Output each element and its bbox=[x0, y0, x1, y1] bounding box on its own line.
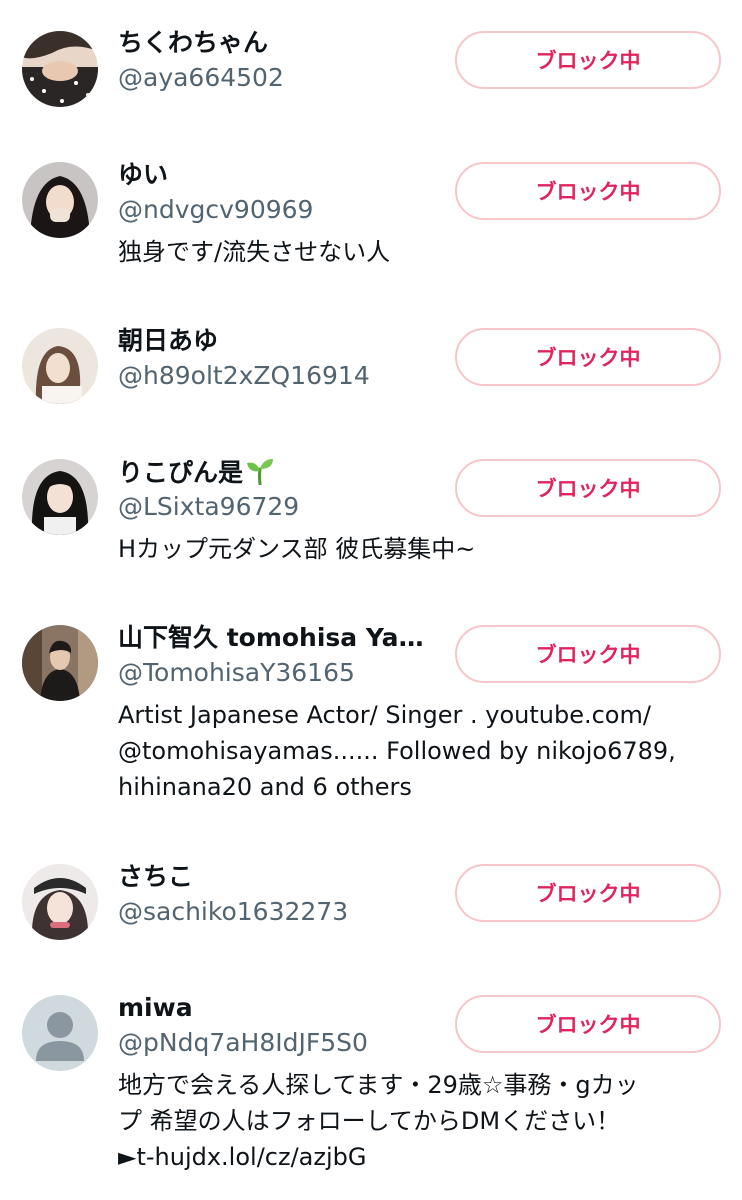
bio-line: プ 希望の人はフォローしてからDMください！ bbox=[118, 1107, 621, 1135]
avatar[interactable] bbox=[22, 625, 98, 701]
avatar[interactable] bbox=[22, 459, 98, 535]
user-handle[interactable]: @ndvgcv90969 bbox=[118, 195, 313, 225]
blocked-button[interactable]: ブロック中 bbox=[455, 328, 721, 386]
user-name[interactable]: 朝日あゆ bbox=[118, 326, 448, 356]
user-name[interactable]: ちくわちゃん bbox=[118, 28, 448, 58]
user-bio: Artist Japanese Actor/ Singer . youtube.… bbox=[118, 697, 730, 805]
blocked-button[interactable]: ブロック中 bbox=[455, 995, 721, 1053]
bio-line: Artist Japanese Actor/ Singer . youtube.… bbox=[118, 701, 651, 729]
avatar[interactable] bbox=[22, 328, 98, 404]
bio-line: Hカップ元ダンス部 彼氏募集中~ bbox=[118, 535, 476, 563]
user-handle[interactable]: @sachiko1632273 bbox=[118, 897, 348, 927]
user-name[interactable]: さちこ bbox=[118, 862, 448, 892]
bio-line: @tomohisayamas...... Followed by nikojo6… bbox=[118, 737, 676, 765]
avatar[interactable] bbox=[22, 31, 98, 107]
default-person-icon[interactable] bbox=[22, 995, 98, 1071]
bio-line: 独身です/流失させない人 bbox=[118, 238, 391, 266]
blocked-button[interactable]: ブロック中 bbox=[455, 864, 721, 922]
bio-line: hihinana20 and 6 others bbox=[118, 773, 412, 801]
bio-link-line[interactable]: ►t-hujdx.lol/cz/azjbG bbox=[118, 1139, 730, 1175]
blocked-button[interactable]: ブロック中 bbox=[455, 162, 721, 220]
user-bio: Hカップ元ダンス部 彼氏募集中~ bbox=[118, 531, 730, 567]
user-handle[interactable]: @pNdq7aH8IdJF5S0 bbox=[118, 1028, 368, 1058]
avatar[interactable] bbox=[22, 864, 98, 940]
avatar[interactable] bbox=[22, 162, 98, 238]
blocked-button[interactable]: ブロック中 bbox=[455, 459, 721, 517]
user-name-text: りこぴん是 bbox=[118, 458, 244, 487]
user-name[interactable]: ゆい bbox=[118, 160, 448, 190]
user-bio: 地方で会える人探してます・29歳☆事務・gカッ プ 希望の人はフォローしてからD… bbox=[118, 1067, 730, 1175]
user-name[interactable]: 山下智久 tomohisa Yam... bbox=[118, 623, 448, 653]
user-handle[interactable]: @aya664502 bbox=[118, 63, 284, 93]
user-handle[interactable]: @h89olt2xZQ16914 bbox=[118, 361, 370, 391]
blocked-button[interactable]: ブロック中 bbox=[455, 31, 721, 89]
seedling-icon bbox=[245, 457, 275, 492]
user-bio: 独身です/流失させない人 bbox=[118, 234, 730, 270]
bio-line: 地方で会える人探してます・29歳☆事務・gカッ bbox=[118, 1071, 639, 1099]
user-name[interactable]: miwa bbox=[118, 993, 448, 1023]
user-handle[interactable]: @LSixta96729 bbox=[118, 492, 299, 522]
blocked-button[interactable]: ブロック中 bbox=[455, 625, 721, 683]
user-name[interactable]: りこぴん是 bbox=[118, 457, 448, 492]
user-handle[interactable]: @TomohisaY36165 bbox=[118, 658, 355, 688]
